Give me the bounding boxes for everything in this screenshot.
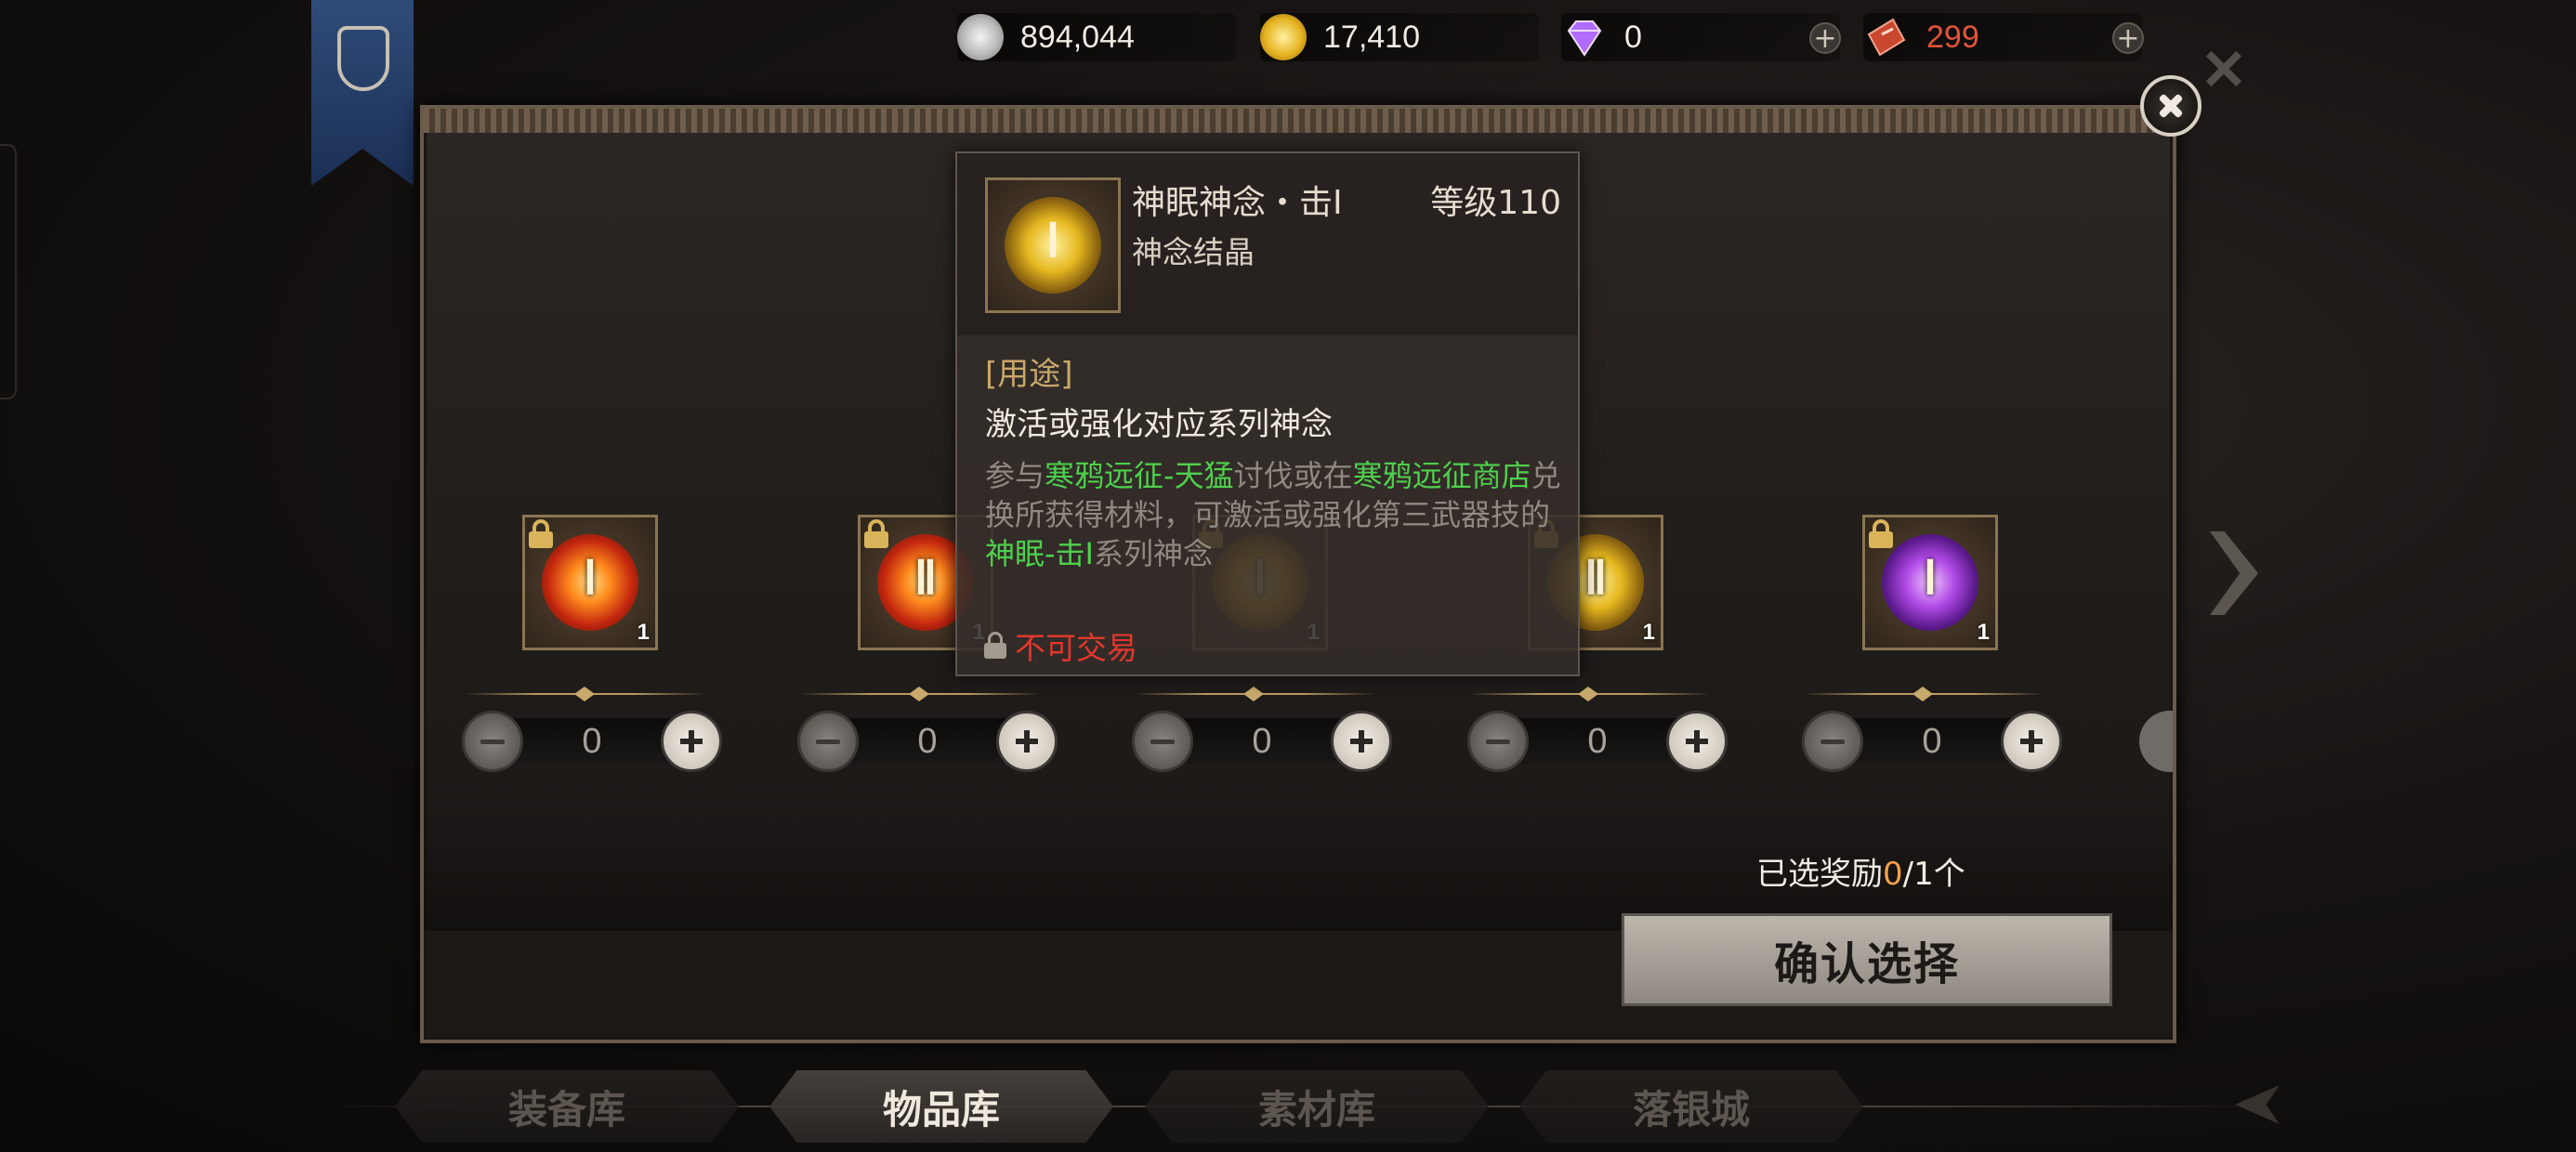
ornament-divider (1134, 687, 1375, 701)
decrease-button[interactable] (462, 711, 523, 772)
lock-icon (527, 519, 555, 549)
tab-label: 装备库 (507, 1086, 625, 1132)
quantity-stepper-2: 0 (797, 711, 1058, 772)
lock-icon (1867, 519, 1895, 549)
reward-item-5[interactable]: Ⅰ 1 (1862, 515, 1998, 650)
tab-equipment[interactable]: 装备库 (395, 1070, 739, 1143)
item-tier: Ⅰ (583, 552, 598, 604)
ornament-divider (799, 687, 1041, 701)
tab-materials[interactable]: 素材库 (1145, 1070, 1489, 1143)
item-name: 神眠神念・击Ⅰ (1132, 184, 1343, 222)
selected-limit: /1个 (1902, 856, 1965, 893)
quantity-value: 0 (1252, 722, 1272, 761)
increase-button[interactable] (661, 711, 722, 772)
usage-text: 激活或强化对应系列神念 (985, 406, 1333, 443)
add-ticket-button[interactable]: + (2112, 22, 2144, 54)
tab-label: 落银城 (1632, 1086, 1750, 1132)
item-level: 等级110 (1430, 184, 1561, 222)
item-description: 参与寒鸦远征-天猛讨伐或在寒鸦远征商店兑换所获得材料，可激活或强化第三武器技的神… (985, 458, 1561, 571)
close-panel-button[interactable] (2140, 75, 2201, 137)
quantity-stepper-1: 0 (462, 711, 722, 772)
guild-emblem-icon (337, 26, 389, 91)
tab-luoyin-city[interactable]: 落银城 (1519, 1070, 1863, 1143)
item-count: 1 (1642, 620, 1655, 645)
reward-item-1[interactable]: Ⅰ 1 (522, 515, 658, 650)
description-highlight: 寒鸦远征-天猛 (1045, 458, 1234, 493)
gold-amount: 17,410 (1323, 19, 1420, 55)
ornament-divider (1803, 687, 2044, 701)
item-tier: Ⅰ (1923, 552, 1938, 604)
decrease-button[interactable] (797, 711, 859, 772)
lock-icon (862, 519, 890, 549)
add-diamond-button[interactable]: + (1809, 22, 1841, 54)
diamond-amount: 0 (1624, 19, 1642, 55)
usage-section-label: [用途] (985, 356, 1073, 393)
quantity-value: 0 (1587, 722, 1608, 761)
side-handle[interactable] (0, 144, 17, 399)
panel-top-border (424, 109, 2173, 133)
diamond-icon (1567, 20, 1602, 57)
tab-label: 素材库 (1257, 1086, 1375, 1132)
item-tier: Ⅰ (1045, 215, 1060, 267)
ticket-icon (1867, 18, 1906, 57)
item-type: 神念结晶 (1132, 234, 1255, 270)
confirm-selection-button[interactable]: 确认选择 (1622, 913, 2112, 1006)
item-count: 1 (637, 620, 650, 645)
decrease-button[interactable] (1467, 711, 1529, 772)
quantity-value: 0 (582, 722, 602, 761)
item-tooltip: Ⅰ 神眠神念・击Ⅰ 等级110 神念结晶 [用途] 激活或强化对应系列神念 参与… (955, 151, 1580, 676)
gold-coin-icon (1260, 14, 1307, 60)
silver-coin-icon (957, 14, 1004, 60)
quantity-stepper-5: 0 (1802, 711, 2062, 772)
selected-reward-count: 已选奖励0/1个 (1756, 848, 1965, 894)
quantity-value: 0 (917, 722, 938, 761)
tooltip-item-icon: Ⅰ (985, 177, 1121, 313)
increase-button[interactable] (1331, 711, 1392, 772)
increase-button[interactable] (1666, 711, 1728, 772)
next-page-arrow-icon[interactable] (2210, 531, 2258, 615)
silver-amount: 894,044 (1020, 19, 1135, 55)
ticket-currency: 299 (1863, 13, 2142, 61)
ornament-divider (465, 687, 706, 701)
lock-icon (983, 632, 1007, 660)
trade-status: 不可交易 (983, 623, 1137, 668)
item-count: 1 (1977, 620, 1990, 645)
ornament-divider (1468, 687, 1710, 701)
decrease-button[interactable] (1132, 711, 1193, 772)
trade-status-text: 不可交易 (1015, 630, 1137, 666)
selected-number: 0 (1883, 856, 1903, 893)
close-icon[interactable] (2201, 46, 2247, 93)
description-highlight: 神眠-击Ⅰ (985, 536, 1094, 571)
gold-currency: 17,410 (1260, 13, 1539, 61)
increase-button[interactable] (996, 711, 1058, 772)
silver-currency: 894,044 (957, 13, 1236, 61)
tab-items[interactable]: 物品库 (769, 1070, 1113, 1143)
ticket-amount: 299 (1926, 19, 1979, 55)
quantity-stepper-4: 0 (1467, 711, 1728, 772)
quantity-value: 0 (1922, 722, 1942, 761)
increase-button[interactable] (2001, 711, 2062, 772)
description-highlight: 寒鸦远征商店 (1352, 458, 1531, 493)
diamond-currency: 0 (1561, 13, 1840, 61)
tab-label: 物品库 (882, 1086, 1000, 1132)
decrease-button[interactable] (1802, 711, 1863, 772)
quantity-stepper-3: 0 (1132, 711, 1392, 772)
selected-label: 已选奖励 (1756, 856, 1883, 893)
